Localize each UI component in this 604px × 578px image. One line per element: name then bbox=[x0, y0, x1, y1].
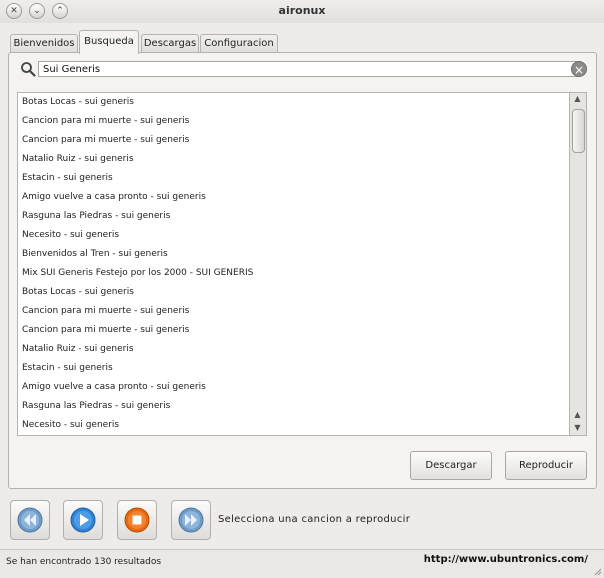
scroll-up-icon[interactable]: ▲ bbox=[572, 93, 583, 105]
result-row[interactable]: Necesito - sui generis bbox=[18, 416, 569, 435]
window-title: aironux bbox=[278, 4, 326, 17]
result-row[interactable]: Botas Locas - sui generis bbox=[18, 93, 569, 112]
result-row[interactable]: Cancion para mi muerte - sui generis bbox=[18, 131, 569, 150]
resize-grip-icon[interactable] bbox=[592, 566, 602, 576]
result-row[interactable]: Natalio Ruiz - sui generis bbox=[18, 340, 569, 359]
result-row[interactable]: Necesito - sui generis bbox=[18, 226, 569, 245]
tab-descargas[interactable]: Descargas bbox=[141, 34, 199, 53]
result-row[interactable]: Bienvenidos al Tren - sui generis bbox=[18, 245, 569, 264]
tab-bienvenidos[interactable]: Bienvenidos bbox=[10, 34, 78, 53]
rewind-icon bbox=[17, 507, 43, 533]
status-text: Se han encontrado 130 resultados bbox=[6, 557, 162, 567]
search-input[interactable] bbox=[38, 61, 579, 77]
result-row[interactable]: Estacin - sui generis bbox=[18, 169, 569, 188]
fast-forward-icon bbox=[178, 507, 204, 533]
fast-forward-button[interactable] bbox=[171, 500, 211, 540]
scroll-thumb[interactable] bbox=[572, 109, 585, 153]
stop-icon bbox=[124, 507, 150, 533]
results-scrollbar[interactable]: ▲ ▲ ▼ bbox=[570, 92, 587, 436]
tab-busqueda[interactable]: Busqueda bbox=[79, 30, 139, 54]
title-bar: ✕ ⌄ ⌃ aironux bbox=[0, 0, 604, 23]
scroll-up-icon[interactable]: ▲ bbox=[572, 409, 583, 421]
result-row[interactable]: Natalio Ruiz - sui generis bbox=[18, 150, 569, 169]
result-row[interactable]: Amigo vuelve a casa pronto - sui generis bbox=[18, 188, 569, 207]
result-row[interactable]: Estacin - sui generis bbox=[18, 359, 569, 378]
result-row[interactable]: Cancion para mi muerte - sui generis bbox=[18, 302, 569, 321]
result-row[interactable]: Cancion para mi muerte - sui generis bbox=[18, 321, 569, 340]
download-button[interactable]: Descargar bbox=[410, 451, 492, 480]
website-link[interactable]: http://www.ubuntronics.com/ bbox=[424, 554, 588, 565]
play-control-button[interactable] bbox=[63, 500, 103, 540]
tab-configuracion[interactable]: Configuracion bbox=[200, 34, 278, 53]
result-row[interactable]: Mix SUI Generis Festejo por los 2000 - S… bbox=[18, 264, 569, 283]
result-row[interactable]: Rasguna las Piedras - sui generis bbox=[18, 397, 569, 416]
play-icon bbox=[70, 507, 96, 533]
results-list[interactable]: Botas Locas - sui generis Cancion para mi… bbox=[17, 92, 570, 436]
status-bar: Se han encontrado 130 resultados http://… bbox=[0, 549, 604, 578]
clear-icon[interactable]: × bbox=[571, 61, 587, 77]
result-row[interactable]: Cancion para mi muerte - sui generis bbox=[18, 112, 569, 131]
now-playing-label: Selecciona una cancion a reproducir bbox=[218, 514, 411, 525]
result-row[interactable]: Rasguna las Piedras - sui generis bbox=[18, 207, 569, 226]
rewind-button[interactable] bbox=[10, 500, 50, 540]
search-icon[interactable] bbox=[20, 61, 36, 77]
result-row[interactable]: Botas Locas - sui generis bbox=[18, 283, 569, 302]
stop-button[interactable] bbox=[117, 500, 157, 540]
search-bar: × bbox=[12, 59, 593, 81]
result-row[interactable]: Amigo vuelve a casa pronto - sui generis bbox=[18, 378, 569, 397]
scroll-down-icon[interactable]: ▼ bbox=[572, 422, 583, 434]
play-button[interactable]: Reproducir bbox=[505, 451, 587, 480]
